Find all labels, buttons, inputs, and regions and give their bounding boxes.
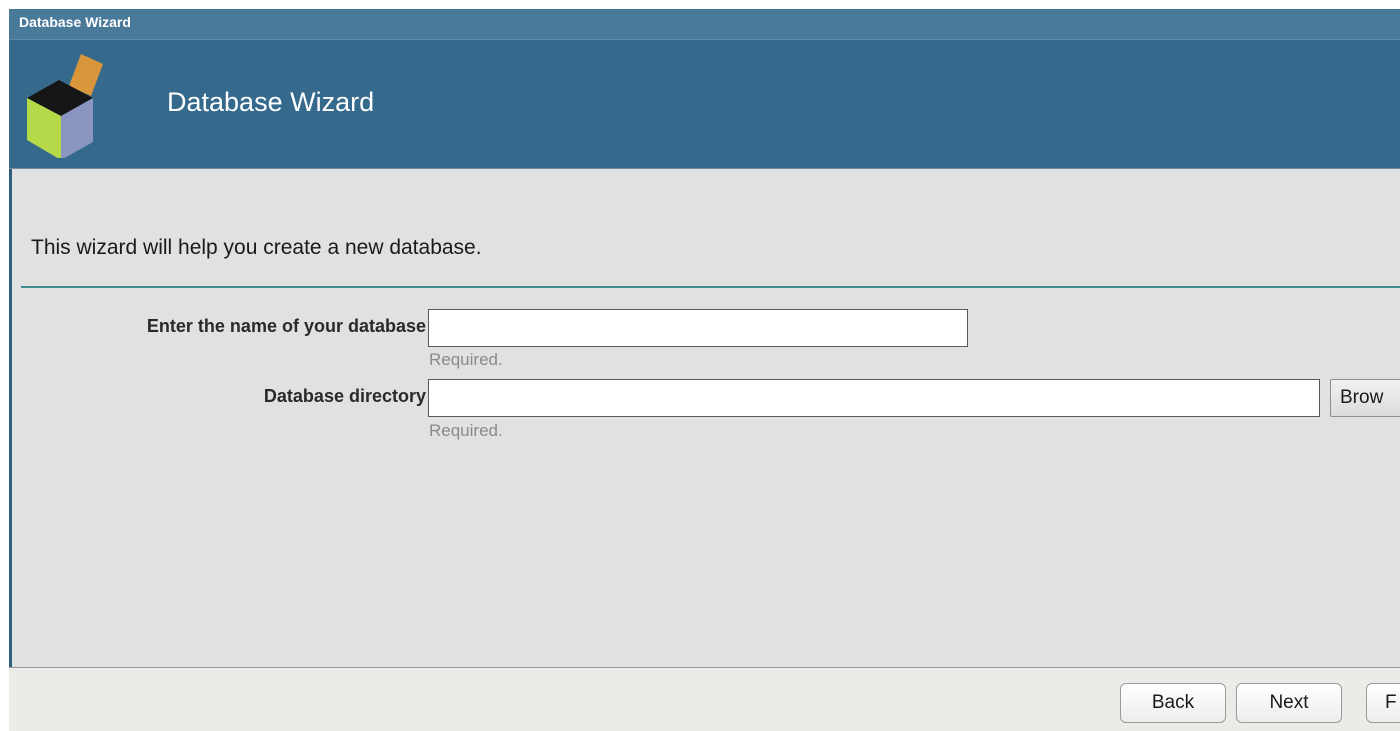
wizard-window: Database Wizard Database Wizard This wiz… (9, 9, 1400, 731)
wizard-content: This wizard will help you create a new d… (9, 169, 1400, 667)
database-name-required-hint: Required. (429, 350, 503, 369)
browse-button[interactable]: Brow (1330, 379, 1400, 417)
back-button[interactable]: Back (1120, 683, 1226, 723)
cube-box-icon (27, 54, 103, 158)
intro-text: This wizard will help you create a new d… (31, 236, 482, 259)
database-directory-label: Database directory (263, 386, 426, 406)
window-title: Database Wizard (19, 14, 131, 30)
title-bar[interactable]: Database Wizard (9, 9, 1400, 40)
wizard-banner: Database Wizard (9, 40, 1400, 169)
database-directory-required-hint: Required. (429, 421, 503, 440)
section-divider (21, 286, 1400, 288)
finish-button[interactable]: F (1366, 683, 1400, 723)
database-directory-input[interactable] (428, 379, 1320, 417)
wizard-footer: Back Next F (9, 667, 1400, 731)
next-button[interactable]: Next (1236, 683, 1342, 723)
database-name-input[interactable] (428, 309, 968, 347)
banner-title: Database Wizard (167, 87, 375, 117)
database-name-label: Enter the name of your database (146, 316, 426, 336)
